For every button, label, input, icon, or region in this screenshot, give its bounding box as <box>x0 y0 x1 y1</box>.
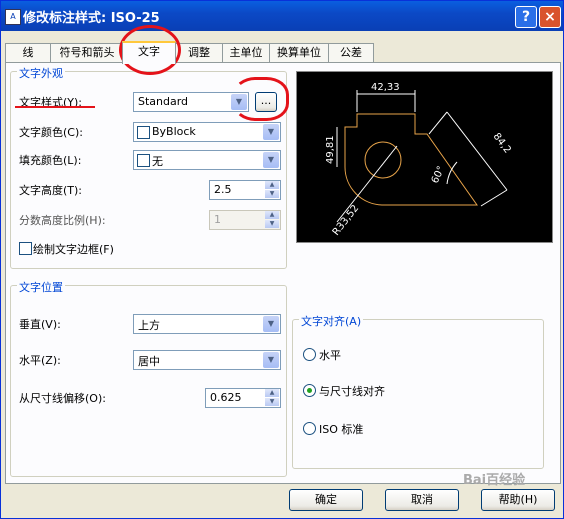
title-help-button[interactable]: ? <box>515 6 537 28</box>
tab-alternate-units[interactable]: 换算单位 <box>269 43 329 62</box>
vertical-label: 垂直(V): <box>19 318 61 331</box>
fraction-height-value: 1 <box>214 213 221 226</box>
preview-ext-right-a <box>428 111 448 135</box>
text-height-label: 文字高度(T): <box>19 184 83 197</box>
horizontal-value: 居中 <box>138 355 160 368</box>
fill-color-select[interactable]: 无 ▼ <box>133 150 281 170</box>
dimension-preview: 42,33 49,81 84,2 60° R33,52 <box>296 71 553 243</box>
text-appearance-title: 文字外观 <box>17 65 65 81</box>
help-button[interactable]: 帮助(H) <box>481 489 555 511</box>
vertical-select[interactable]: 上方 ▼ <box>133 314 281 334</box>
dialog-window: A 修改标注样式: ISO-25 ? × 线 符号和箭头 文字 调整 主单位 换… <box>0 0 564 519</box>
offset-spinner[interactable]: 0.625 ▲ ▼ <box>205 388 281 408</box>
cancel-button[interactable]: 取消 <box>385 489 459 511</box>
spin-up-icon[interactable]: ▲ <box>265 181 279 189</box>
spin-up-icon: ▲ <box>265 211 279 219</box>
spin-down-icon[interactable]: ▼ <box>265 190 279 198</box>
offset-label: 从尺寸线偏移(O): <box>19 392 106 405</box>
annotation-underline <box>15 106 95 108</box>
vertical-value: 上方 <box>138 319 160 332</box>
title-close-button[interactable]: × <box>539 6 561 28</box>
text-style-select[interactable]: Standard ▼ <box>133 92 249 112</box>
preview-ext-right-b <box>480 189 508 207</box>
title-bar: A 修改标注样式: ISO-25 ? × <box>1 1 563 31</box>
chevron-down-icon: ▼ <box>263 124 279 140</box>
draw-frame-checkbox[interactable] <box>19 242 32 255</box>
preview-dim-radius-text: R33,52 <box>331 203 362 238</box>
fraction-height-label: 分数高度比例(H): <box>19 214 106 227</box>
spin-down-icon[interactable]: ▼ <box>265 398 279 406</box>
text-alignment-title: 文字对齐(A) <box>299 313 364 329</box>
text-style-value: Standard <box>138 95 189 108</box>
tab-primary-units[interactable]: 主单位 <box>222 43 270 62</box>
chevron-down-icon: ▼ <box>263 352 279 368</box>
align-with-dimline-label: 与尺寸线对齐 <box>319 385 385 398</box>
chevron-down-icon: ▼ <box>263 316 279 332</box>
preview-dim-angle-text: 60° <box>430 165 447 186</box>
preview-drawing: 42,33 49,81 84,2 60° R33,52 <box>325 82 513 238</box>
text-placement-group: 文字位置 垂直(V): 上方 ▼ 水平(Z): 居中 ▼ 从尺寸线偏移(O): … <box>10 279 287 477</box>
horizontal-label: 水平(Z): <box>19 354 61 367</box>
tab-text[interactable]: 文字 <box>122 41 176 64</box>
color-swatch <box>137 126 150 139</box>
fill-color-value: 无 <box>152 155 163 168</box>
tab-fit[interactable]: 调整 <box>175 43 223 62</box>
preview-dim-right-text: 84,2 <box>491 131 513 155</box>
dialog-title: 修改标注样式: ISO-25 <box>23 11 160 26</box>
text-color-value: ByBlock <box>152 125 196 138</box>
app-icon: A <box>5 9 21 25</box>
color-swatch <box>137 154 150 167</box>
text-height-spinner[interactable]: 2.5 ▲ ▼ <box>209 180 281 200</box>
tab-lines[interactable]: 线 <box>5 43 51 62</box>
draw-frame-label: 绘制文字边框(F) <box>33 243 114 256</box>
preview-dim-top-text: 42,33 <box>371 82 400 93</box>
text-height-value: 2.5 <box>214 183 232 196</box>
align-horizontal-radio[interactable] <box>303 348 316 361</box>
preview-dim-right <box>446 111 508 191</box>
annotation-circle-browse <box>233 77 289 121</box>
align-with-dimline-radio[interactable] <box>303 384 316 397</box>
ok-button[interactable]: 确定 <box>289 489 363 511</box>
tab-panel-text: 文字外观 文字样式(Y): Standard ▼ ... 文字颜色(C): By… <box>5 62 561 484</box>
spin-up-icon[interactable]: ▲ <box>265 389 279 397</box>
text-placement-title: 文字位置 <box>17 279 65 295</box>
tab-symbols-arrows[interactable]: 符号和箭头 <box>50 43 124 62</box>
offset-value: 0.625 <box>210 391 242 404</box>
fraction-height-spinner: 1 ▲ ▼ <box>209 210 281 230</box>
horizontal-select[interactable]: 居中 ▼ <box>133 350 281 370</box>
text-alignment-group: 文字对齐(A) 水平 与尺寸线对齐 ISO 标准 <box>292 313 544 469</box>
fill-color-label: 填充颜色(L): <box>19 154 82 167</box>
tab-tolerances[interactable]: 公差 <box>328 43 374 62</box>
align-horizontal-label: 水平 <box>319 349 341 362</box>
text-color-select[interactable]: ByBlock ▼ <box>133 122 281 142</box>
chevron-down-icon: ▼ <box>263 152 279 168</box>
align-iso-radio[interactable] <box>303 422 316 435</box>
watermark: Bai百经验 <box>463 473 526 488</box>
text-color-label: 文字颜色(C): <box>19 126 83 139</box>
align-iso-label: ISO 标准 <box>319 423 364 436</box>
preview-dim-left-text: 49,81 <box>325 135 336 164</box>
spin-down-icon: ▼ <box>265 220 279 228</box>
